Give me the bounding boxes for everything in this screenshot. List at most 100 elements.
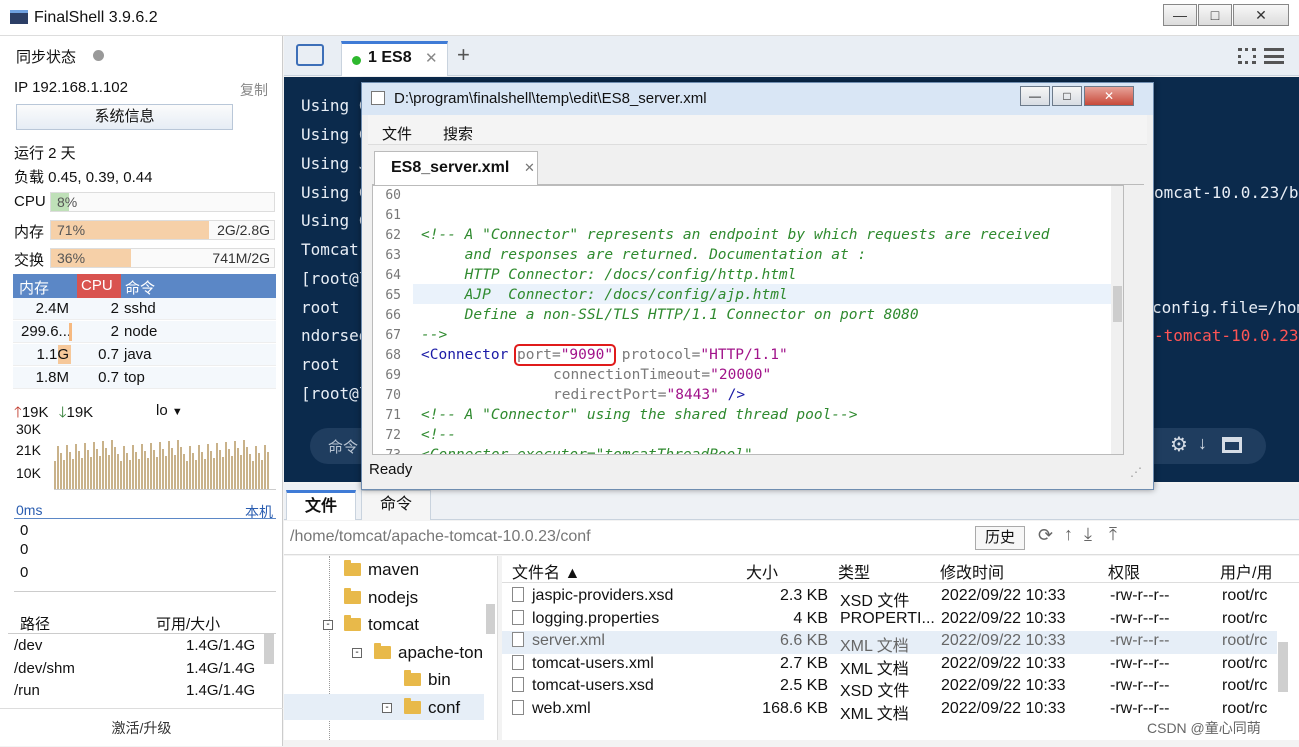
- network-graph-bar: [168, 441, 170, 489]
- network-graph-bar: [234, 441, 236, 489]
- line-number: 68: [385, 348, 401, 363]
- tree-scrollbar[interactable]: [486, 604, 495, 634]
- menu-icon[interactable]: [1264, 48, 1284, 64]
- file-icon: [512, 609, 524, 625]
- file-rows: jaspic-providers.xsd 2.3 KB XSD 文件 2022/09/…: [502, 586, 1299, 740]
- file-row[interactable]: tomcat-users.xml 2.7 KB XML 文档 2022/09/22 1…: [502, 654, 1277, 678]
- network-graph-bar: [111, 440, 113, 489]
- process-row[interactable]: 1.8M 0.7 top: [13, 367, 276, 389]
- system-info-button[interactable]: 系统信息: [16, 104, 233, 130]
- code-line: and responses are returned. Documentatio…: [421, 247, 867, 263]
- add-tab-button[interactable]: +: [457, 42, 470, 68]
- maximize-button[interactable]: □: [1198, 4, 1232, 26]
- network-graph-bar: [60, 453, 62, 489]
- minimize-button[interactable]: —: [1163, 4, 1197, 26]
- tree-node-bin[interactable]: bin: [404, 670, 451, 690]
- file-owner: root/rc: [1222, 677, 1268, 694]
- network-graph-bar: [99, 456, 101, 489]
- network-graph-bar: [252, 461, 254, 489]
- close-window-button[interactable]: ✕: [1233, 4, 1289, 26]
- editor-close-button[interactable]: ✕: [1084, 86, 1134, 106]
- process-row[interactable]: 2.4M 2 sshd: [13, 298, 276, 320]
- copy-ip-link[interactable]: 复制: [240, 80, 268, 100]
- col-owner[interactable]: 用户/用: [1220, 559, 1272, 583]
- current-path[interactable]: /home/tomcat/apache-tomcat-10.0.23/conf: [290, 528, 591, 546]
- tree-node-maven[interactable]: maven: [344, 560, 419, 580]
- tree-node-tomcat[interactable]: tomcat: [344, 615, 419, 635]
- network-graph-bar: [180, 447, 182, 489]
- network-graph-bar: [69, 452, 71, 489]
- process-row[interactable]: 1.1G 0.7 java: [13, 344, 276, 366]
- col-mtime[interactable]: 修改时间: [940, 559, 1004, 583]
- tab-commands[interactable]: 命令: [361, 490, 431, 520]
- editor-minimize-button[interactable]: —: [1020, 86, 1050, 106]
- code-editor[interactable]: 60 61 62 63 64 65 66 67 68 69 70 71 72 73 <!-- A "Con…: [372, 185, 1124, 455]
- history-button[interactable]: 历史: [975, 526, 1025, 550]
- resize-grip-icon[interactable]: ⋰: [1130, 465, 1142, 479]
- refresh-icon[interactable]: ⟳: [1038, 525, 1053, 546]
- file-type: XML 文档: [840, 638, 909, 655]
- col-size[interactable]: 大小: [746, 559, 778, 583]
- file-row[interactable]: server.xml 6.6 KB XML 文档 2022/09/22 10:33 -r…: [502, 631, 1277, 655]
- app-icon: [10, 10, 28, 24]
- tree-node-conf[interactable]: conf: [404, 698, 460, 718]
- up-directory-icon[interactable]: ↑: [1064, 524, 1073, 545]
- process-col-command[interactable]: 命令: [125, 277, 155, 298]
- interface-select[interactable]: lo ▼: [156, 402, 183, 419]
- editor-maximize-button[interactable]: □: [1052, 86, 1082, 106]
- col-type[interactable]: 类型: [838, 559, 870, 583]
- file-row[interactable]: logging.properties 4 KB PROPERTI... 2022/09…: [502, 609, 1277, 632]
- gear-icon[interactable]: ⚙: [1170, 432, 1188, 457]
- file-mtime: 2022/09/22 10:33: [941, 609, 1066, 627]
- file-perm: -rw-r--r--: [1110, 587, 1170, 604]
- menu-search[interactable]: 搜索: [443, 123, 473, 144]
- process-cmd: java: [124, 346, 152, 363]
- menu-file[interactable]: 文件: [382, 123, 412, 144]
- upgrade-button[interactable]: 激活/升级: [0, 708, 283, 746]
- window-icon[interactable]: [1222, 437, 1242, 453]
- editor-scrollbar[interactable]: [1111, 186, 1123, 454]
- col-filename[interactable]: 文件名 ▲: [512, 559, 580, 583]
- disk-col-size[interactable]: 可用/大小: [156, 613, 220, 634]
- file-owner: root/rc: [1222, 587, 1268, 604]
- process-col-memory[interactable]: 内存: [19, 277, 49, 298]
- network-graph-bar: [186, 461, 188, 489]
- ping-value-2: 0: [20, 541, 29, 558]
- process-row[interactable]: 299.6... 2 node: [13, 321, 276, 343]
- line-number: 65: [385, 288, 401, 303]
- title-bar: FinalShell 3.9.6.2 — □ ✕: [0, 0, 1299, 36]
- process-cmd: sshd: [124, 300, 156, 317]
- close-tab-icon[interactable]: ✕: [425, 49, 438, 67]
- tab-es8[interactable]: 1 ES8 ✕: [341, 41, 448, 76]
- disk-scrollbar[interactable]: [264, 634, 274, 664]
- tab-es8-server-xml[interactable]: ES8_server.xml ✕: [374, 151, 538, 185]
- upload-icon[interactable]: ⤒: [1109, 524, 1117, 545]
- file-list-scrollbar[interactable]: [1278, 642, 1288, 692]
- tree-node-nodejs[interactable]: nodejs: [344, 588, 418, 608]
- download-icon[interactable]: ⤓: [1084, 524, 1092, 545]
- memory-meter: 71% 2G/2.8G: [50, 220, 275, 240]
- tab-files[interactable]: 文件: [286, 490, 356, 520]
- file-size: 4 KB: [793, 609, 828, 627]
- collapse-icon[interactable]: -: [352, 648, 362, 658]
- disk-col-path[interactable]: 路径: [20, 613, 50, 634]
- network-graph-bar: [72, 459, 74, 489]
- close-editor-tab-icon[interactable]: ✕: [524, 160, 535, 176]
- network-graph-bar: [240, 455, 242, 489]
- tree-node-apache-tomcat[interactable]: apache-ton: [374, 643, 483, 663]
- network-graph-bar: [210, 451, 212, 489]
- col-permission[interactable]: 权限: [1108, 559, 1140, 583]
- file-row[interactable]: jaspic-providers.xsd 2.3 KB XSD 文件 2022/09/…: [502, 586, 1277, 610]
- download-icon[interactable]: ↓: [1198, 433, 1207, 454]
- file-owner: root/rc: [1222, 609, 1268, 627]
- collapse-icon[interactable]: -: [323, 620, 333, 630]
- editor-window: D:\program\finalshell\temp\edit\ES8_serv…: [361, 82, 1154, 490]
- folder-open-icon[interactable]: [296, 44, 324, 66]
- grid-view-icon[interactable]: [1238, 48, 1256, 64]
- network-graph: [54, 422, 276, 490]
- expand-icon[interactable]: -: [382, 703, 392, 713]
- process-col-cpu[interactable]: CPU: [77, 274, 121, 298]
- file-row[interactable]: tomcat-users.xsd 2.5 KB XSD 文件 2022/09/22 1…: [502, 676, 1277, 700]
- network-graph-bar: [150, 443, 152, 489]
- network-graph-bar: [141, 444, 143, 489]
